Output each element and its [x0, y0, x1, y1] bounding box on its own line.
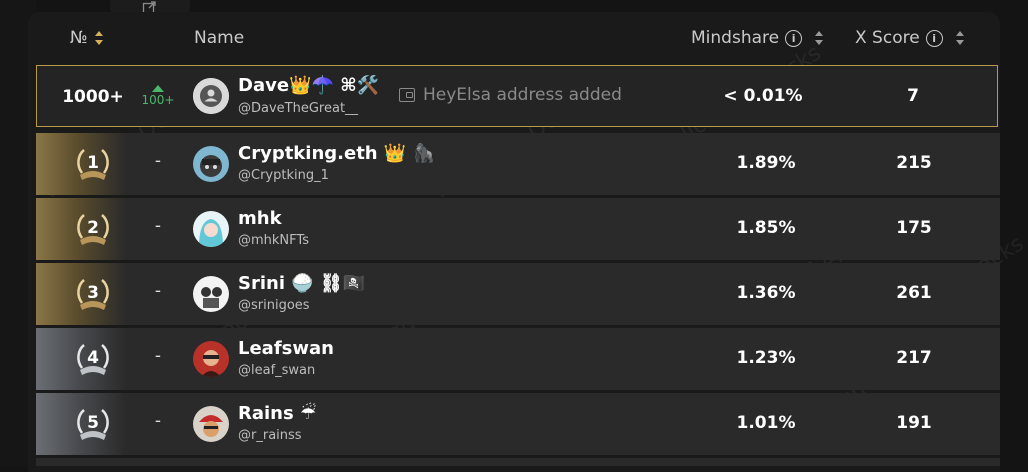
- xscore-value: 217: [896, 348, 932, 368]
- rank-value: 1: [87, 153, 99, 173]
- xscore-value: 191: [896, 413, 932, 433]
- user-handle[interactable]: @mhkNFTs: [238, 233, 309, 248]
- mindshare-value: 1.01%: [736, 413, 796, 433]
- rank-value: 4: [87, 348, 99, 368]
- table-header: № Name Mindshare i X Score i: [0, 18, 1028, 62]
- user-handle[interactable]: @DaveTheGreat__: [238, 101, 358, 116]
- rank-change: -: [154, 151, 162, 171]
- user-name[interactable]: mhk: [238, 208, 282, 229]
- avatar-anime[interactable]: [193, 211, 229, 247]
- rank-change: -: [154, 216, 162, 236]
- user-name[interactable]: Leafswan: [238, 338, 334, 359]
- avatar-ape[interactable]: [193, 146, 229, 182]
- user-icon: [193, 78, 229, 114]
- sort-icon[interactable]: [955, 30, 965, 46]
- xscore-value: 261: [896, 283, 932, 303]
- mindshare-value: 1.23%: [736, 348, 796, 368]
- address-notice-text: HeyElsa address added: [423, 85, 622, 105]
- rank-change-value: 100+: [141, 93, 175, 107]
- table-row[interactable]: [36, 458, 1000, 466]
- current-user-row[interactable]: 1000+ 100+ Dave👑☂️ ⌘🛠️ @DaveTheGreat__ H…: [36, 65, 998, 127]
- avatar-sketch[interactable]: [193, 276, 229, 312]
- rank-change: -: [154, 346, 162, 366]
- mindshare-value: < 0.01%: [723, 86, 803, 106]
- avatar-cap[interactable]: [193, 406, 229, 442]
- arrow-up-icon: [152, 85, 164, 92]
- user-handle[interactable]: @leaf_swan: [238, 363, 315, 378]
- xscore-value: 175: [896, 218, 932, 238]
- xscore-column-header[interactable]: X Score i: [855, 28, 965, 48]
- table-row[interactable]: 1 - Cryptking.eth 👑 🦍 @Cryptking_1 1.89%…: [36, 133, 1000, 195]
- rank-value: 1000+: [62, 87, 124, 107]
- name-header-label: Name: [194, 28, 245, 48]
- rank-value: 2: [87, 218, 99, 238]
- table-row[interactable]: 4 - Leafswan @leaf_swan 1.23% 217: [36, 328, 1000, 390]
- user-handle[interactable]: @r_rainss: [238, 428, 302, 443]
- mindshare-value: 1.89%: [736, 153, 796, 173]
- user-name[interactable]: Rains ☔: [238, 403, 316, 424]
- mindshare-value: 1.85%: [736, 218, 796, 238]
- sort-icon[interactable]: [814, 30, 824, 46]
- rank-header-label: №: [70, 28, 88, 48]
- avatar-default[interactable]: [193, 78, 229, 114]
- mindshare-header-label: Mindshare: [691, 28, 780, 48]
- rank-column-header[interactable]: №: [70, 28, 104, 48]
- rank-change-up: 100+: [136, 85, 180, 107]
- rank-value: 5: [87, 413, 99, 433]
- user-name[interactable]: Cryptking.eth 👑 🦍: [238, 143, 435, 164]
- table-row[interactable]: 3 - Srini 🍚 ⛓🏴‍☠️ @srinigoes 1.36% 261: [36, 263, 1000, 325]
- xscore-header-label: X Score: [855, 28, 920, 48]
- user-name[interactable]: Dave👑☂️ ⌘🛠️: [238, 75, 379, 96]
- rank-change: -: [154, 281, 162, 301]
- avatar-red[interactable]: [193, 341, 229, 377]
- address-notice: HeyElsa address added: [399, 85, 622, 105]
- table-row[interactable]: 5 - Rains ☔ @r_rainss 1.01% 191: [36, 393, 1000, 455]
- sort-icon[interactable]: [94, 30, 104, 46]
- mindshare-column-header[interactable]: Mindshare i: [691, 28, 824, 48]
- rank-change: -: [154, 411, 162, 431]
- info-icon[interactable]: i: [785, 29, 803, 47]
- xscore-value: 215: [896, 153, 932, 173]
- name-column-header: Name: [194, 28, 244, 48]
- xscore-value: 7: [907, 86, 919, 106]
- user-handle[interactable]: @srinigoes: [238, 298, 310, 313]
- user-handle[interactable]: @Cryptking_1: [238, 168, 329, 183]
- wallet-icon: [399, 88, 415, 102]
- table-row[interactable]: 2 - mhk @mhkNFTs 1.85% 175: [36, 198, 1000, 260]
- user-name[interactable]: Srini 🍚 ⛓🏴‍☠️: [238, 273, 365, 294]
- rank-value: 3: [87, 283, 99, 303]
- info-icon[interactable]: i: [925, 29, 943, 47]
- mindshare-value: 1.36%: [736, 283, 796, 303]
